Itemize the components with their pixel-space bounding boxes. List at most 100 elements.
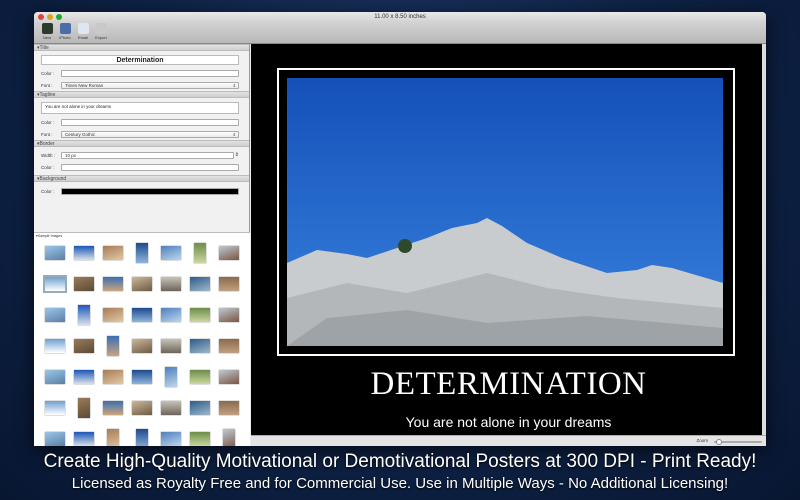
sample-images-panel: ▾Sample Images (34, 232, 250, 446)
sample-image-thumbnail[interactable] (190, 308, 210, 322)
sample-image-thumbnail[interactable] (132, 308, 152, 322)
sample-image-thumbnail[interactable] (45, 432, 65, 446)
sample-image-thumbnail[interactable] (132, 339, 152, 353)
background-color-label: Color : (41, 188, 55, 194)
sample-image-thumbnail[interactable] (190, 277, 210, 291)
sample-image-thumbnail[interactable] (74, 246, 94, 260)
sample-image-thumbnail[interactable] (43, 275, 67, 293)
border-color-label: Color : (41, 164, 55, 170)
status-bar: Zoom (251, 435, 766, 446)
poster-title: DETERMINATION (370, 366, 647, 402)
zoom-slider-knob[interactable] (716, 439, 723, 445)
tagline-font-select[interactable]: Century Gothic (61, 130, 239, 138)
border-section-header[interactable]: ▾Border (34, 140, 249, 147)
sample-image-thumbnail[interactable] (45, 370, 65, 384)
tagline-font-label: Font : (41, 131, 53, 137)
sample-image-thumbnail[interactable] (45, 401, 65, 415)
sample-image-thumbnail[interactable] (103, 401, 123, 415)
background-color-well[interactable] (61, 187, 239, 195)
title-color-well[interactable] (61, 69, 239, 77)
title-color-label: Color : (41, 70, 55, 76)
close-button[interactable] (38, 14, 44, 20)
sample-image-thumbnail[interactable] (103, 277, 123, 291)
sample-image-thumbnail[interactable] (45, 339, 65, 353)
toolbar-label: Email (77, 35, 88, 40)
minimize-button[interactable] (47, 14, 53, 20)
sample-image-thumbnail[interactable] (190, 432, 210, 446)
sample-image-thumbnail[interactable] (190, 370, 210, 384)
sample-image-thumbnail[interactable] (161, 277, 181, 291)
sample-image-thumbnail[interactable] (161, 339, 181, 353)
zoom-label: Zoom (696, 438, 708, 443)
sample-image-thumbnail[interactable] (161, 401, 181, 415)
toolbar-iphoto-button[interactable]: iPhoto (58, 22, 72, 43)
sample-image-thumbnail[interactable] (190, 339, 210, 353)
tagline-section-header[interactable]: ▾Tagline (34, 91, 249, 98)
sample-image-thumbnail[interactable] (136, 429, 148, 446)
toolbar-export-button[interactable]: Export (94, 22, 108, 43)
sample-image-thumbnail[interactable] (45, 308, 65, 322)
sample-image-thumbnail[interactable] (78, 398, 90, 418)
sample-image-thumbnail[interactable] (223, 429, 235, 446)
sample-image-thumbnail[interactable] (132, 277, 152, 291)
background-section-header[interactable]: ▾Background (34, 175, 249, 182)
poster-photo[interactable] (287, 78, 723, 346)
border-width-stepper[interactable]: ⇕ (235, 152, 239, 158)
poster-canvas: DETERMINATION You are not alone in your … (251, 44, 766, 435)
new-poster-icon (41, 23, 53, 34)
sample-image-thumbnail[interactable] (219, 339, 239, 353)
sample-image-thumbnail[interactable] (107, 429, 119, 446)
toolbar-email-button[interactable]: Email (76, 22, 90, 43)
sample-image-thumbnail[interactable] (161, 432, 181, 446)
sample-image-thumbnail[interactable] (132, 370, 152, 384)
sample-image-thumbnail[interactable] (74, 339, 94, 353)
promo-caption-1: Create High-Quality Motivational or Demo… (43, 451, 757, 472)
toolbar-label: iPhoto (59, 35, 71, 40)
sample-image-thumbnail[interactable] (219, 401, 239, 415)
sample-image-thumbnail[interactable] (74, 277, 94, 291)
tagline-color-well[interactable] (61, 118, 239, 126)
iphoto-icon (59, 23, 71, 34)
title-font-select[interactable]: Times New Roman (61, 81, 239, 89)
sample-image-thumbnail[interactable] (103, 308, 123, 322)
canvas-scrollbar[interactable] (762, 44, 766, 435)
sample-image-thumbnail[interactable] (194, 243, 206, 263)
sample-image-thumbnail[interactable] (74, 370, 94, 384)
sample-image-thumbnail[interactable] (219, 308, 239, 322)
sample-image-thumbnail[interactable] (45, 246, 65, 260)
sample-image-thumbnail[interactable] (136, 243, 148, 263)
sample-image-thumbnail[interactable] (219, 246, 239, 260)
sample-image-thumbnail[interactable] (165, 367, 177, 387)
sample-image-thumbnail[interactable] (161, 308, 181, 322)
export-icon (95, 23, 107, 34)
sample-image-thumbnail[interactable] (103, 246, 123, 260)
toolbar-label: Export (95, 35, 107, 40)
settings-panel: ▾Title Determination Color : Font : Times… (34, 44, 250, 446)
app-window: 11.00 x 8.50 inches New iPhoto Email Export… (34, 12, 766, 446)
sample-image-thumbnail[interactable] (219, 370, 239, 384)
title-bar: 11.00 x 8.50 inches (34, 12, 766, 22)
border-width-label: Width : (41, 152, 56, 158)
sample-image-thumbnail[interactable] (161, 246, 181, 260)
title-section-header[interactable]: ▾Title (34, 44, 249, 51)
promo-caption-2: Licensed as Royalty Free and for Commerc… (71, 475, 729, 492)
sample-image-thumbnail[interactable] (103, 370, 123, 384)
title-input[interactable]: Determination (41, 55, 239, 65)
toolbar-label: New (42, 35, 51, 40)
rock-mountain-image (287, 218, 723, 346)
border-width-input[interactable]: 10 px (61, 151, 234, 159)
border-color-well[interactable] (61, 163, 239, 171)
zoom-button[interactable] (56, 14, 62, 20)
sample-image-thumbnail[interactable] (74, 432, 94, 446)
sample-images-grid (34, 239, 250, 446)
zoom-slider[interactable] (714, 439, 762, 445)
sample-image-thumbnail[interactable] (107, 336, 119, 356)
sample-image-thumbnail[interactable] (219, 277, 239, 291)
toolbar-new-button[interactable]: New (40, 22, 54, 43)
sample-image-thumbnail[interactable] (78, 305, 90, 325)
poster-tagline: You are not alone in your dreams (405, 414, 612, 430)
sample-image-thumbnail[interactable] (132, 401, 152, 415)
tagline-input[interactable]: You are not alone in your dreams (41, 102, 239, 114)
window-title: 11.00 x 8.50 inches (374, 14, 426, 20)
sample-image-thumbnail[interactable] (190, 401, 210, 415)
